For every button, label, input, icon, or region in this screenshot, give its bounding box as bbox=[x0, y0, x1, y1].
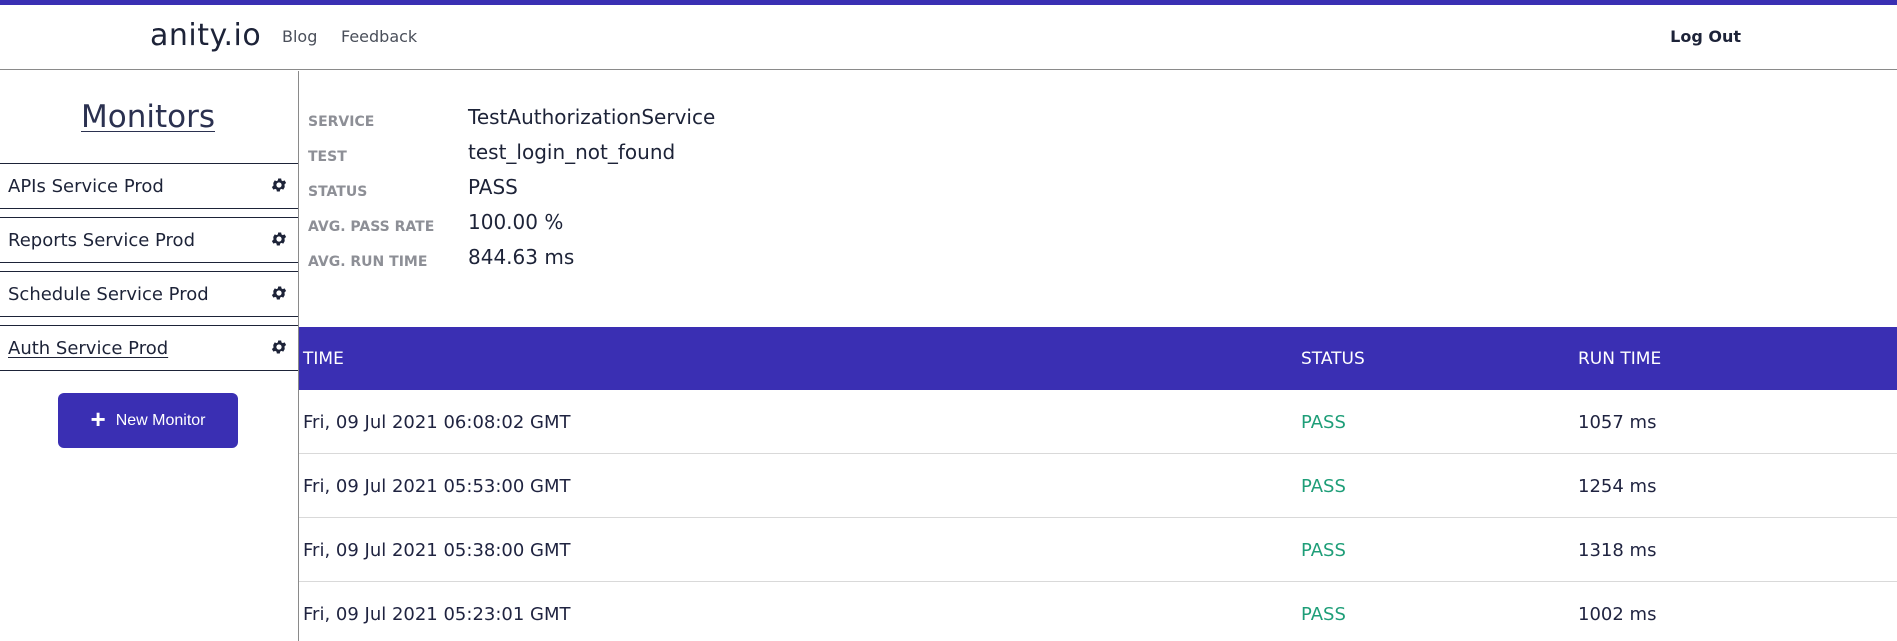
cell-status: PASS bbox=[1301, 540, 1346, 561]
cell-run-time: 1002 ms bbox=[1578, 604, 1657, 625]
new-monitor-button[interactable]: + New Monitor bbox=[58, 393, 238, 448]
cell-status: PASS bbox=[1301, 412, 1346, 433]
detail-key: AVG. PASS RATE bbox=[308, 219, 435, 235]
table-row: Fri, 09 Jul 2021 05:38:00 GMT PASS 1318 … bbox=[299, 518, 1897, 582]
gear-icon[interactable] bbox=[270, 176, 288, 194]
sidebar-item-auth-service-prod[interactable]: Auth Service Prod bbox=[0, 325, 298, 371]
detail-value: test_login_not_found bbox=[468, 140, 676, 164]
cell-time: Fri, 09 Jul 2021 05:23:01 GMT bbox=[303, 604, 571, 625]
main-content: SERVICE TestAuthorizationService TEST te… bbox=[299, 71, 1897, 641]
logout-link[interactable]: Log Out bbox=[1670, 27, 1741, 46]
cell-time: Fri, 09 Jul 2021 05:53:00 GMT bbox=[303, 476, 571, 497]
detail-value: 844.63 ms bbox=[468, 245, 575, 269]
cell-run-time: 1057 ms bbox=[1578, 412, 1657, 433]
detail-key: TEST bbox=[308, 149, 347, 165]
cell-time: Fri, 09 Jul 2021 06:08:02 GMT bbox=[303, 412, 571, 433]
sidebar-item-reports-service-prod[interactable]: Reports Service Prod bbox=[0, 217, 298, 263]
column-header-run-time[interactable]: RUN TIME bbox=[1578, 349, 1661, 369]
gear-icon[interactable] bbox=[270, 230, 288, 248]
cell-status: PASS bbox=[1301, 476, 1346, 497]
cell-run-time: 1318 ms bbox=[1578, 540, 1657, 561]
monitor-label: Schedule Service Prod bbox=[8, 284, 209, 305]
table-row: Fri, 09 Jul 2021 05:53:00 GMT PASS 1254 … bbox=[299, 454, 1897, 518]
monitor-label: APIs Service Prod bbox=[8, 176, 164, 197]
nav-link-feedback[interactable]: Feedback bbox=[341, 27, 417, 46]
cell-status: PASS bbox=[1301, 604, 1346, 625]
detail-value: PASS bbox=[468, 175, 518, 199]
sidebar-title[interactable]: Monitors bbox=[0, 99, 296, 135]
sidebar-item-apis-service-prod[interactable]: APIs Service Prod bbox=[0, 163, 298, 209]
detail-key: SERVICE bbox=[308, 114, 375, 130]
cell-time: Fri, 09 Jul 2021 05:38:00 GMT bbox=[303, 540, 571, 561]
results-table-header: TIME STATUS RUN TIME bbox=[299, 327, 1897, 390]
table-row: Fri, 09 Jul 2021 05:23:01 GMT PASS 1002 … bbox=[299, 582, 1897, 641]
app-logo[interactable]: anity.io bbox=[150, 18, 261, 53]
gear-icon[interactable] bbox=[270, 284, 288, 302]
gear-icon[interactable] bbox=[270, 338, 288, 356]
detail-value: TestAuthorizationService bbox=[468, 105, 716, 129]
nav-link-blog[interactable]: Blog bbox=[282, 27, 317, 46]
sidebar: Monitors APIs Service Prod Reports Servi… bbox=[0, 71, 299, 641]
monitor-label: Reports Service Prod bbox=[8, 230, 195, 251]
table-row: Fri, 09 Jul 2021 06:08:02 GMT PASS 1057 … bbox=[299, 390, 1897, 454]
sidebar-item-schedule-service-prod[interactable]: Schedule Service Prod bbox=[0, 271, 298, 317]
plus-icon: + bbox=[90, 404, 106, 434]
detail-key: AVG. RUN TIME bbox=[308, 254, 428, 270]
top-navbar: anity.io Blog Feedback Log Out bbox=[0, 5, 1897, 70]
monitor-label: Auth Service Prod bbox=[8, 338, 169, 359]
column-header-status[interactable]: STATUS bbox=[1301, 349, 1365, 369]
column-header-time[interactable]: TIME bbox=[303, 349, 344, 369]
cell-run-time: 1254 ms bbox=[1578, 476, 1657, 497]
detail-value: 100.00 % bbox=[468, 210, 564, 234]
detail-key: STATUS bbox=[308, 184, 368, 200]
new-monitor-label: New Monitor bbox=[115, 411, 206, 429]
